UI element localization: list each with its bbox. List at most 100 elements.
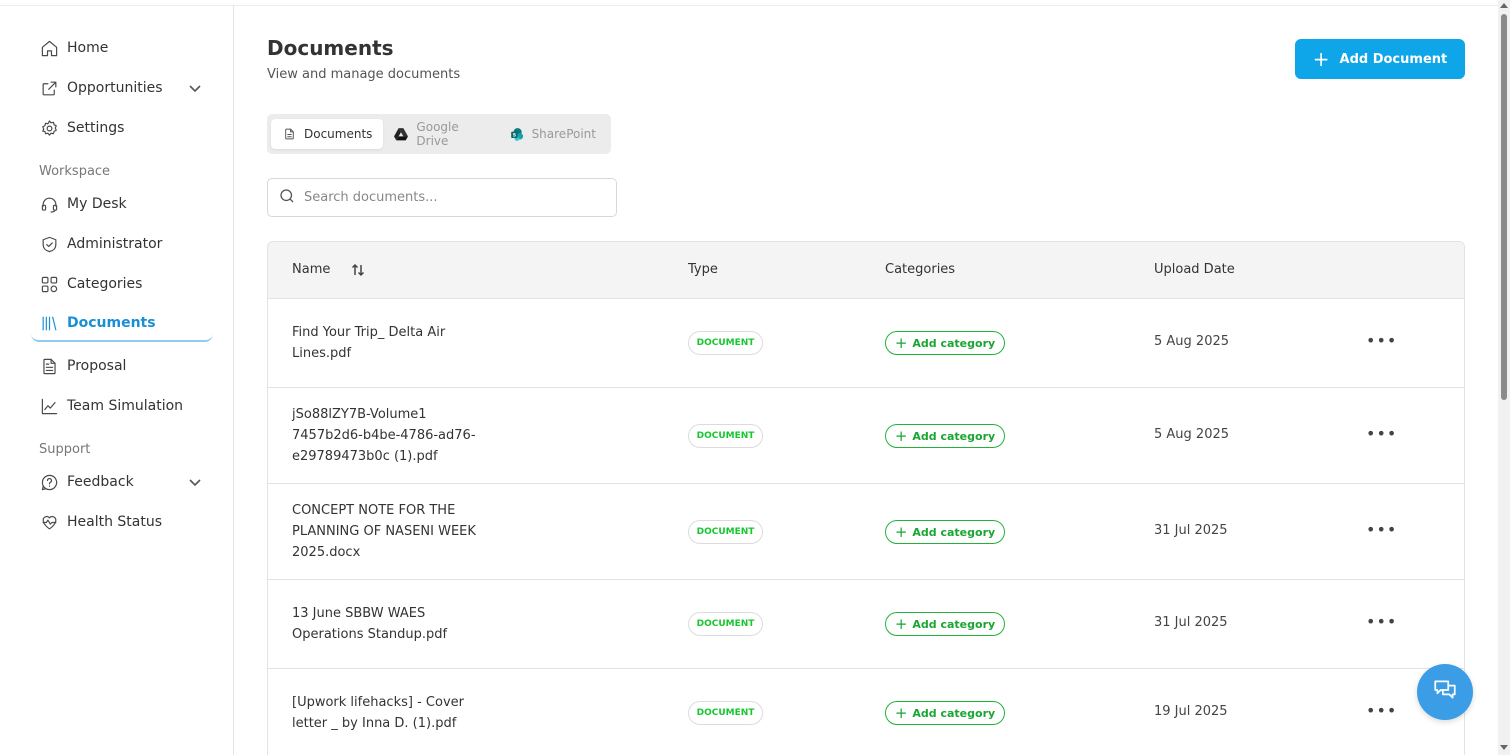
document-name-line: PLANNING OF NASENI WEEK (292, 524, 476, 539)
upload-date: 31 Jul 2025 (1154, 615, 1228, 630)
add-category-label: Add category (912, 706, 996, 720)
tab-label: SharePoint (531, 127, 596, 141)
search-box (267, 178, 617, 217)
document-name-line: letter _ by Inna D. (1).pdf (292, 716, 457, 731)
type-badge: DOCUMENT (688, 612, 763, 636)
more-horizontal-icon[interactable]: ••• (1366, 703, 1396, 724)
sidebar-item-label: Feedback (67, 474, 134, 490)
document-name[interactable]: [Upwork lifehacks] - Cover letter _ by I… (292, 692, 492, 734)
file-text-icon (39, 356, 59, 376)
table-row[interactable]: Find Your Trip_ Delta Air Lines.pdf DOCU… (268, 299, 1464, 388)
document-name-line: Lines.pdf (292, 346, 352, 361)
table-header: Name Type Categories Upload Date (268, 242, 1464, 299)
add-category-label: Add category (912, 336, 996, 350)
chevron-down-icon[interactable] (187, 474, 203, 490)
add-category-button[interactable]: + Add category (885, 424, 1005, 448)
sidebar-item-label: Proposal (67, 358, 127, 374)
sort-icon[interactable] (350, 262, 366, 278)
document-name[interactable]: CONCEPT NOTE FOR THE PLANNING OF NASENI … (292, 500, 492, 563)
sidebar-item-label: Home (67, 40, 109, 56)
more-horizontal-icon[interactable]: ••• (1366, 522, 1396, 543)
search-input[interactable] (304, 190, 594, 205)
document-name-line: jSo88lZY7B-Volume1 (292, 407, 427, 422)
plus-icon: + (894, 614, 908, 633)
sidebar-item-categories[interactable]: Categories (31, 266, 213, 302)
column-header-type: Type (688, 262, 718, 277)
plus-icon: + (894, 522, 908, 541)
home-icon (39, 38, 59, 58)
page-subtitle: View and manage documents (267, 67, 461, 82)
plus-icon: + (894, 333, 908, 352)
document-name-line: CONCEPT NOTE FOR THE (292, 503, 456, 518)
tab-label: Documents (304, 127, 373, 141)
library-icon (39, 313, 59, 333)
type-badge: DOCUMENT (688, 520, 763, 544)
tab-sharepoint[interactable]: S SharePoint (499, 119, 607, 149)
sidebar-item-label: Administrator (67, 236, 163, 252)
document-name[interactable]: jSo88lZY7B-Volume1 7457b2d6-b4be-4786-ad… (292, 404, 492, 467)
scroll-down-arrow-icon[interactable] (1500, 745, 1508, 750)
more-horizontal-icon[interactable]: ••• (1366, 333, 1396, 354)
add-category-button[interactable]: + Add category (885, 612, 1005, 636)
document-name[interactable]: 13 June SBBW WAES Operations Standup.pdf (292, 603, 492, 645)
type-badge: DOCUMENT (688, 424, 763, 448)
sidebar-item-label: Categories (67, 276, 143, 292)
document-name-line: [Upwork lifehacks] - Cover (292, 695, 464, 710)
page-title: Documents (267, 36, 394, 60)
add-category-button[interactable]: + Add category (885, 701, 1005, 725)
sidebar: Home Opportunities Settings Workspace My… (0, 6, 234, 755)
sidebar-item-label: Documents (67, 315, 156, 331)
sidebar-item-home[interactable]: Home (31, 30, 213, 66)
more-horizontal-icon[interactable]: ••• (1366, 614, 1396, 635)
table-row[interactable]: CONCEPT NOTE FOR THE PLANNING OF NASENI … (268, 484, 1464, 580)
upload-date: 5 Aug 2025 (1154, 334, 1230, 349)
document-name[interactable]: Find Your Trip_ Delta Air Lines.pdf (292, 322, 492, 364)
sidebar-item-team-simulation[interactable]: Team Simulation (31, 388, 213, 424)
chevron-down-icon[interactable] (187, 80, 203, 96)
sidebar-item-my-desk[interactable]: My Desk (31, 186, 213, 222)
chat-button[interactable] (1417, 664, 1473, 720)
upload-date: 31 Jul 2025 (1154, 523, 1228, 538)
help-bubble-icon (39, 472, 59, 492)
type-badge: DOCUMENT (688, 331, 763, 355)
document-name-line: 13 June SBBW WAES (292, 606, 426, 621)
shield-icon (39, 234, 59, 254)
add-category-label: Add category (912, 429, 996, 443)
add-category-button[interactable]: + Add category (885, 331, 1005, 355)
sidebar-item-administrator[interactable]: Administrator (31, 226, 213, 262)
page-scrollbar[interactable] (1498, 0, 1510, 755)
sidebar-item-documents[interactable]: Documents (31, 306, 213, 342)
column-header-name[interactable]: Name (292, 262, 330, 277)
scroll-thumb[interactable] (1501, 14, 1507, 400)
plus-icon: + (1312, 47, 1330, 71)
tab-google-drive[interactable]: Google Drive (383, 119, 498, 149)
more-horizontal-icon[interactable]: ••• (1366, 426, 1396, 447)
support-section-label: Support (39, 442, 91, 457)
sidebar-item-feedback[interactable]: Feedback (31, 464, 213, 500)
add-document-button[interactable]: + Add Document (1295, 39, 1465, 79)
gear-icon (39, 118, 59, 138)
sidebar-item-opportunities[interactable]: Opportunities (31, 70, 213, 106)
sidebar-item-label: Health Status (67, 514, 163, 530)
document-name-line: 2025.docx (292, 545, 361, 560)
table-row[interactable]: 13 June SBBW WAES Operations Standup.pdf… (268, 580, 1464, 669)
column-header-categories: Categories (885, 262, 956, 277)
heart-pulse-icon (39, 512, 59, 532)
sidebar-item-settings[interactable]: Settings (31, 110, 213, 146)
document-name-line: Operations Standup.pdf (292, 627, 448, 642)
scroll-up-arrow-icon[interactable] (1500, 3, 1508, 8)
upload-date: 5 Aug 2025 (1154, 427, 1230, 442)
sidebar-item-proposal[interactable]: Proposal (31, 348, 213, 384)
add-document-label: Add Document (1339, 51, 1448, 67)
table-row[interactable]: jSo88lZY7B-Volume1 7457b2d6-b4be-4786-ad… (268, 388, 1464, 484)
document-name-line: Find Your Trip_ Delta Air (292, 325, 446, 340)
sidebar-item-label: My Desk (67, 196, 127, 212)
sidebar-item-label: Opportunities (67, 80, 163, 96)
tab-documents[interactable]: Documents (271, 119, 384, 149)
main-content: Documents View and manage documents + Ad… (235, 6, 1498, 755)
add-category-button[interactable]: + Add category (885, 520, 1005, 544)
external-link-icon (39, 78, 59, 98)
google-drive-icon (394, 127, 409, 141)
sidebar-item-health-status[interactable]: Health Status (31, 504, 213, 540)
table-row[interactable]: [Upwork lifehacks] - Cover letter _ by I… (268, 669, 1464, 755)
